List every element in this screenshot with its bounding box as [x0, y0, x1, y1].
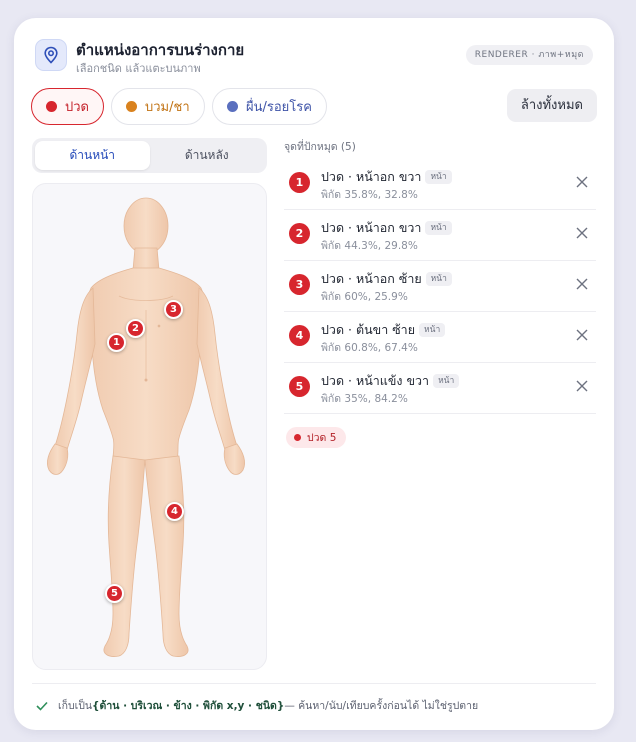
pin-label: ปวด · หน้าอก ซ้าย หน้า — [321, 269, 452, 289]
pin-coordinates: พิกัด 35.8%, 32.8% — [321, 189, 418, 201]
pin-coordinates: พิกัด 35%, 84.2% — [321, 393, 408, 405]
pin-number: 3 — [289, 274, 310, 295]
pin-list-item[interactable]: 1 ปวด · หน้าอก ขวา หน้า พิกัด 35.8%, 32.8… — [284, 159, 596, 210]
pin-number: 4 — [289, 325, 310, 346]
body-pin-1[interactable]: 1 — [107, 333, 126, 352]
swelling-dot-icon — [126, 101, 137, 112]
pin-side-tag: หน้า — [425, 272, 452, 286]
symptom-location-card: ตำแหน่งอาการบนร่างกาย เลือกชนิด แล้วแตะบ… — [14, 18, 614, 730]
page-subtitle: เลือกชนิด แล้วแตะบนภาพ — [76, 62, 201, 75]
renderer-badge: RENDERER · ภาพ+หมุด — [465, 45, 593, 65]
pin-coordinates: พิกัด 60%, 25.9% — [321, 291, 408, 303]
symptom-label: ผื่น/รอยโรค — [246, 100, 312, 115]
check-icon — [36, 701, 48, 711]
close-icon[interactable] — [572, 376, 592, 396]
footer-note: เก็บเป็น {ด้าน · บริเวณ · ข้าง · พิกัด x… — [36, 697, 478, 714]
pin-number: 1 — [289, 172, 310, 193]
location-pin-icon — [35, 39, 67, 71]
close-icon[interactable] — [572, 223, 592, 243]
pin-label: ปวด · ต้นขา ซ้าย หน้า — [321, 320, 446, 340]
pain-dot-icon — [294, 434, 301, 441]
symptom-button-rash[interactable]: ผื่น/รอยโรค — [212, 88, 327, 125]
pin-side-tag: หน้า — [425, 221, 452, 235]
symptom-button-pain[interactable]: ปวด — [31, 88, 104, 125]
pin-label: ปวด · หน้าอก ขวา หน้า — [321, 167, 452, 187]
symptom-button-swelling[interactable]: บวม/ชา — [111, 88, 205, 125]
pin-coordinates: พิกัด 44.3%, 29.8% — [321, 240, 418, 252]
close-icon[interactable] — [572, 172, 592, 192]
pain-dot-icon — [46, 101, 57, 112]
pin-side-tag: หน้า — [433, 374, 460, 388]
pin-side-tag: หน้า — [419, 323, 446, 337]
body-pin-5[interactable]: 5 — [105, 584, 124, 603]
close-icon[interactable] — [572, 274, 592, 294]
divider — [32, 683, 596, 684]
pin-list-item[interactable]: 5 ปวด · หน้าแข้ง ขวา หน้า พิกัด 35%, 84.2… — [284, 363, 596, 414]
tab-back[interactable]: ด้านหลัง — [150, 141, 265, 170]
symptom-label: ปวด — [65, 100, 89, 115]
rash-dot-icon — [227, 101, 238, 112]
pin-list-title: จุดที่ปักหมุด (5) — [284, 141, 356, 153]
pin-number: 2 — [289, 223, 310, 244]
pin-list-item[interactable]: 3 ปวด · หน้าอก ซ้าย หน้า พิกัด 60%, 25.9% — [284, 261, 596, 312]
body-figure — [47, 197, 245, 657]
pain-count-badge: ปวด 5 — [286, 427, 347, 448]
body-pin-4[interactable]: 4 — [165, 502, 184, 521]
pin-label: ปวด · หน้าอก ขวา หน้า — [321, 218, 452, 238]
clear-all-button[interactable]: ล้างทั้งหมด — [506, 89, 597, 122]
pin-list-item[interactable]: 4 ปวด · ต้นขา ซ้าย หน้า พิกัด 60.8%, 67.4… — [284, 312, 596, 363]
pin-number: 5 — [289, 376, 310, 397]
symptom-label: บวม/ชา — [145, 100, 190, 115]
tab-front[interactable]: ด้านหน้า — [35, 141, 150, 170]
close-icon[interactable] — [572, 325, 592, 345]
body-map[interactable]: 1 2 3 4 5 — [32, 183, 267, 670]
pin-label: ปวด · หน้าแข้ง ขวา หน้า — [321, 371, 460, 391]
pin-list-item[interactable]: 2 ปวด · หน้าอก ขวา หน้า พิกัด 44.3%, 29.8… — [284, 210, 596, 261]
view-tabs: ด้านหน้า ด้านหลัง — [32, 138, 267, 173]
body-pin-2[interactable]: 2 — [126, 319, 145, 338]
body-pin-3[interactable]: 3 — [164, 300, 183, 319]
pin-side-tag: หน้า — [425, 170, 452, 184]
pin-coordinates: พิกัด 60.8%, 67.4% — [321, 342, 418, 354]
